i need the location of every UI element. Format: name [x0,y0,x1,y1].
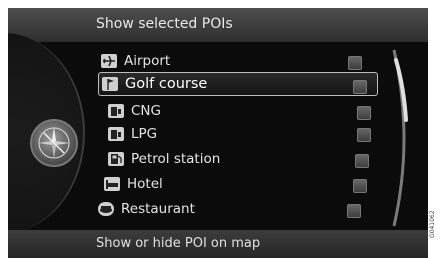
header-bar: Show selected POIs [8,8,428,42]
checkbox-golf-course[interactable] [353,80,367,94]
airplane-icon [101,54,117,68]
image-reference-code: G041062 [429,210,436,238]
list-item-golf-course[interactable]: Golf course [98,72,378,96]
list-item-hotel[interactable]: Hotel [104,173,374,195]
list-item-restaurant[interactable]: Restaurant [98,198,368,220]
checkbox-restaurant[interactable] [347,204,361,218]
list-item-label: Restaurant [121,201,195,217]
nav-screen: Show selected POIs Airport Golf course C… [8,8,428,258]
list-item-label: CNG [131,103,161,119]
bed-icon [104,177,120,191]
checkbox-airport[interactable] [348,56,362,70]
checkbox-hotel[interactable] [353,179,367,193]
lpg-pump-icon [108,127,124,141]
list-item-label: LPG [131,126,158,142]
golf-flag-icon [102,77,118,91]
footer-bar: Show or hide POI on map [8,230,428,258]
compass-icon [30,119,78,167]
checkbox-cng[interactable] [357,106,371,120]
checkbox-petrol-station[interactable] [355,154,369,168]
list-item-label: Petrol station [131,151,221,167]
footer-help-text: Show or hide POI on map [96,236,261,251]
list-item-petrol-station[interactable]: Petrol station [108,148,378,170]
list-item-airport[interactable]: Airport [101,50,381,72]
list-item-cng[interactable]: CNG [108,100,378,122]
checkbox-lpg[interactable] [357,128,371,142]
list-item-label: Hotel [127,176,163,192]
scroll-indicator[interactable] [390,48,416,228]
restaurant-icon [98,202,114,216]
cng-pump-icon [108,104,124,118]
fuel-pump-icon [108,152,124,166]
list-item-lpg[interactable]: LPG [108,123,378,145]
page-title: Show selected POIs [96,16,233,32]
list-item-label: Airport [124,53,171,69]
list-item-label: Golf course [125,76,208,92]
